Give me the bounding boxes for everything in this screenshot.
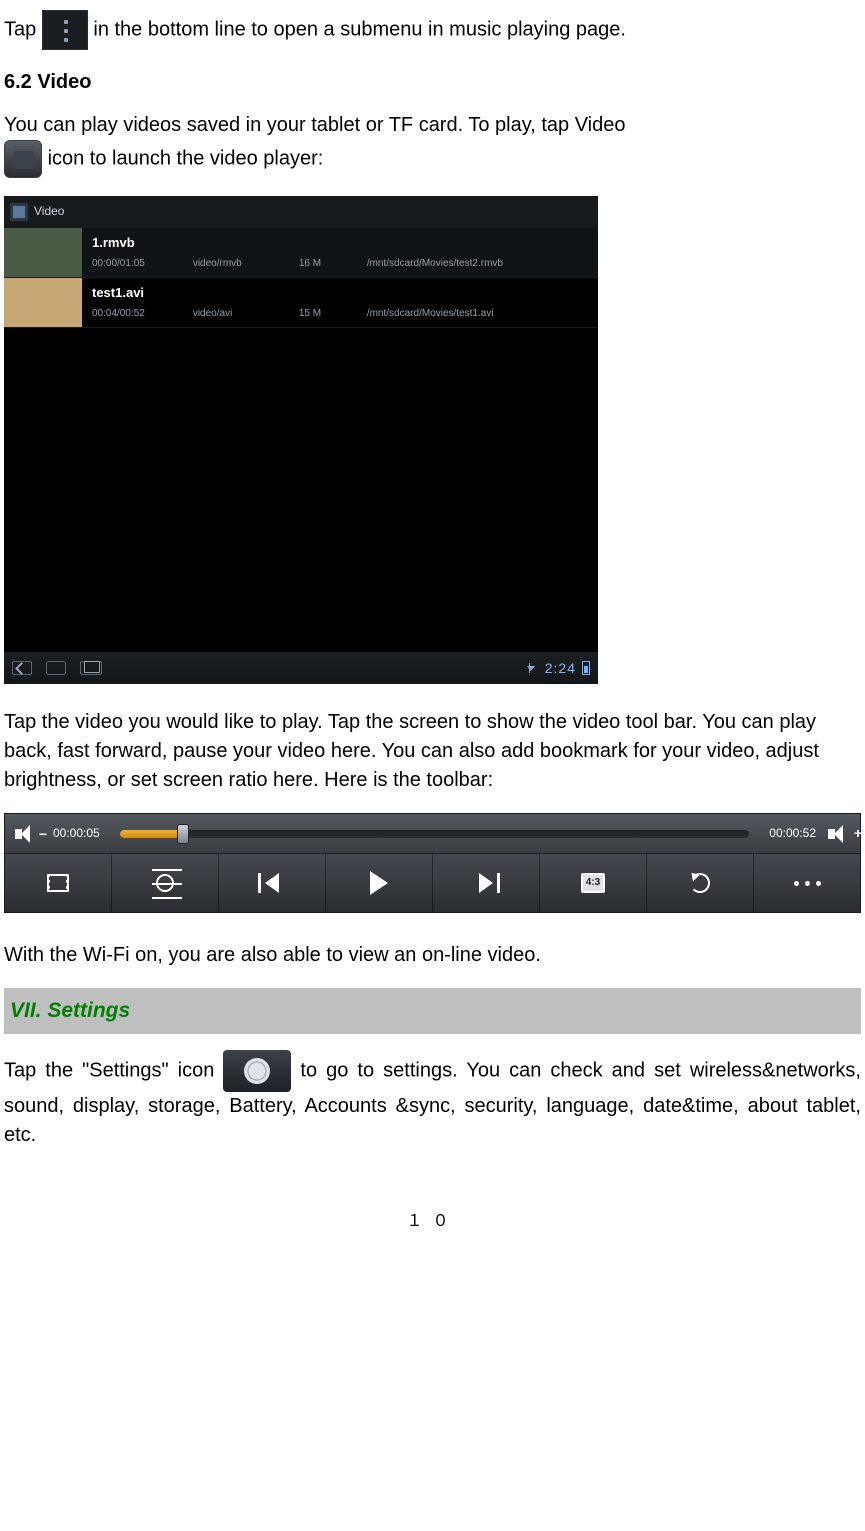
video-mime: video/avi xyxy=(193,307,283,322)
video-size: 16 M xyxy=(299,257,351,272)
next-button[interactable] xyxy=(433,854,540,912)
skip-forward-icon xyxy=(479,873,493,893)
video-mime: video/rmvb xyxy=(193,257,283,272)
video-thumbnail xyxy=(4,278,82,327)
page-number: １０ xyxy=(4,1210,861,1233)
more-icon xyxy=(791,874,824,891)
status-time: 2:24 xyxy=(545,658,576,678)
aspect-ratio-button[interactable]: 4:3 xyxy=(540,854,647,912)
video-list-item[interactable]: test1.avi 00:04/00:52 video/avi 15 M /mn… xyxy=(4,278,598,328)
home-icon[interactable] xyxy=(46,661,66,675)
video-toolbar-screenshot: 00:00:05 00:00:52 4:3 xyxy=(4,813,861,913)
settings-section-heading: VII. Settings xyxy=(4,988,861,1034)
settings-heading-text: VII. Settings xyxy=(10,996,130,1026)
film-icon xyxy=(47,874,69,892)
video-filename: 1.rmvb xyxy=(92,234,590,253)
rotate-button[interactable] xyxy=(647,854,754,912)
clapperboard-icon xyxy=(10,203,28,221)
download-icon xyxy=(529,663,539,673)
text: in the bottom line to open a submenu in … xyxy=(93,18,626,40)
video-list-titlebar: Video xyxy=(4,196,598,228)
vertical-dots-icon xyxy=(42,10,88,50)
more-button[interactable] xyxy=(754,854,860,912)
seek-slider[interactable] xyxy=(120,830,750,838)
play-icon xyxy=(370,871,388,895)
video-size: 15 M xyxy=(299,307,351,322)
video-intro-paragraph: You can play videos saved in your tablet… xyxy=(4,111,861,178)
recent-apps-icon[interactable] xyxy=(80,661,102,675)
settings-gear-icon xyxy=(223,1050,291,1092)
brightness-icon xyxy=(156,874,174,892)
play-button[interactable] xyxy=(326,854,433,912)
tap-submenu-paragraph: Tap in the bottom line to open a submenu… xyxy=(4,10,861,50)
previous-button[interactable] xyxy=(219,854,326,912)
video-list-title: Video xyxy=(34,203,64,220)
volume-down-icon[interactable] xyxy=(15,825,37,843)
video-player-app-icon xyxy=(4,140,42,178)
aspect-ratio-label: 4:3 xyxy=(581,873,605,894)
video-path: /mnt/sdcard/Movies/test1.avi xyxy=(367,307,494,322)
text: icon to launch the video player: xyxy=(48,147,324,169)
bookmark-button[interactable] xyxy=(5,854,112,912)
text: Tap the "Settings" icon xyxy=(4,1059,223,1081)
volume-up-icon[interactable] xyxy=(828,825,850,843)
tap-video-paragraph: Tap the video you would like to play. Ta… xyxy=(4,708,861,795)
video-list-item[interactable]: 1.rmvb 00:00/01:05 video/rmvb 16 M /mnt/… xyxy=(4,228,598,278)
text: You can play videos saved in your tablet… xyxy=(4,114,626,136)
total-time: 00:00:52 xyxy=(769,825,816,842)
elapsed-time: 00:00:05 xyxy=(53,825,100,842)
back-icon[interactable] xyxy=(12,661,32,675)
video-duration: 00:00/01:05 xyxy=(92,257,145,272)
rotate-icon xyxy=(690,873,710,893)
text: Tap xyxy=(4,18,42,40)
android-navbar: 2:24 xyxy=(4,652,598,684)
settings-paragraph: Tap the "Settings" icon to go to setting… xyxy=(4,1050,861,1150)
battery-icon xyxy=(582,661,590,675)
video-duration: 00:04/00:52 xyxy=(92,307,145,322)
video-section-heading: 6.2 Video xyxy=(4,68,861,97)
video-thumbnail xyxy=(4,228,82,277)
video-filename: test1.avi xyxy=(92,284,590,303)
video-path: /mnt/sdcard/Movies/test2.rmvb xyxy=(367,257,503,272)
video-list-screenshot: Video 1.rmvb 00:00/01:05 video/rmvb 16 M… xyxy=(4,196,598,684)
brightness-button[interactable] xyxy=(112,854,219,912)
wifi-online-paragraph: With the Wi-Fi on, you are also able to … xyxy=(4,941,861,970)
seek-bar-row: 00:00:05 00:00:52 xyxy=(5,814,860,854)
skip-back-icon xyxy=(265,873,279,893)
